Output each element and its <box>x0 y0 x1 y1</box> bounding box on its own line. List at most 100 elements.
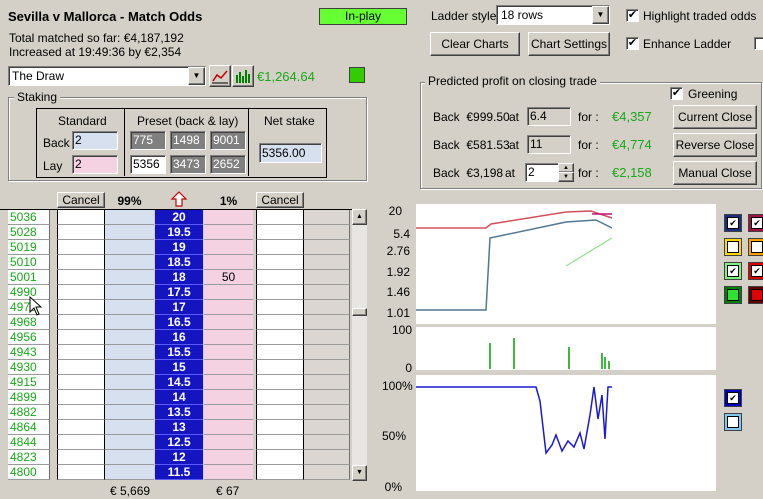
cancel-lay-cell[interactable] <box>256 330 304 345</box>
back-cell[interactable] <box>105 465 154 480</box>
chart-settings-button[interactable]: Chart Settings <box>528 32 610 56</box>
back-cell[interactable] <box>105 225 154 240</box>
back-cell[interactable] <box>105 435 154 450</box>
selection-dropdown[interactable]: The Draw ▼ <box>8 66 206 86</box>
swatch-navy[interactable]: ✔ <box>724 214 742 232</box>
cancel-lay-cell[interactable] <box>256 300 304 315</box>
preset-back-3[interactable]: 9001 <box>210 131 246 150</box>
swatch-lightgreen[interactable]: ✔ <box>724 262 742 280</box>
back-cell[interactable] <box>105 240 154 255</box>
cancel-lay-cell[interactable] <box>256 390 304 405</box>
scroll-down-icon[interactable]: ▼ <box>352 465 367 481</box>
cancel-back-cell[interactable] <box>57 435 105 450</box>
chevron-down-icon[interactable]: ▼ <box>592 6 609 24</box>
back-cell[interactable] <box>105 405 154 420</box>
cancel-lay-cell[interactable] <box>256 210 304 225</box>
lay-cell[interactable] <box>204 345 253 360</box>
lay-cell[interactable] <box>204 330 253 345</box>
lay-cell[interactable] <box>204 255 253 270</box>
cancel-lay-cell[interactable] <box>256 435 304 450</box>
chevron-down-icon[interactable]: ▼ <box>188 67 205 85</box>
profit-row-2-odds[interactable]: 11 <box>527 135 571 154</box>
profit-row-3-odds[interactable]: 2 <box>525 163 559 182</box>
cancel-back-cell[interactable] <box>57 405 105 420</box>
back-cell[interactable] <box>105 315 154 330</box>
back-cell[interactable] <box>105 300 154 315</box>
cancel-back-cell[interactable] <box>57 300 105 315</box>
cancel-lay-cell[interactable] <box>256 465 304 480</box>
back-cell[interactable] <box>105 210 154 225</box>
cancel-back-cell[interactable] <box>57 390 105 405</box>
back-cell[interactable] <box>105 255 154 270</box>
cancel-back-cell[interactable] <box>57 465 105 480</box>
cancel-back-cell[interactable] <box>57 210 105 225</box>
cancel-lay-cell[interactable] <box>256 270 304 285</box>
swatch-darkred[interactable] <box>748 286 763 304</box>
lay-cell[interactable] <box>204 360 253 375</box>
cancel-back-cell[interactable] <box>57 315 105 330</box>
back-stake-input[interactable]: 2 <box>72 131 118 150</box>
lay-cell[interactable] <box>204 285 253 300</box>
lay-cell[interactable] <box>204 300 253 315</box>
cancel-lay-cell[interactable] <box>256 240 304 255</box>
cancel-back-cell[interactable] <box>57 345 105 360</box>
cancel-back-cell[interactable] <box>57 225 105 240</box>
lay-cell[interactable] <box>204 435 253 450</box>
swatch-lightblue[interactable] <box>724 413 742 431</box>
back-cell[interactable] <box>105 345 154 360</box>
current-close-button[interactable]: Current Close <box>673 105 757 129</box>
scroll-thumb[interactable] <box>352 308 367 316</box>
lay-stake-input[interactable]: 2 <box>72 155 118 174</box>
cancel-back-cell[interactable] <box>57 375 105 390</box>
cancel-back-cell[interactable] <box>57 360 105 375</box>
preset-back-1[interactable]: 775 <box>130 131 166 150</box>
greening-checkbox[interactable]: ✔ <box>670 87 683 100</box>
lay-cell[interactable] <box>204 240 253 255</box>
back-cell[interactable] <box>105 285 154 300</box>
swatch-orange[interactable] <box>748 238 763 256</box>
lay-cell[interactable] <box>204 450 253 465</box>
cancel-back-cell[interactable] <box>57 450 105 465</box>
cancel-lay-cell[interactable] <box>256 420 304 435</box>
enhance-ladder-checkbox[interactable]: ✔ <box>626 37 639 50</box>
cancel-back-cell[interactable] <box>57 285 105 300</box>
preset-lay-2[interactable]: 3473 <box>170 155 206 174</box>
bar-chart-icon[interactable] <box>232 65 254 87</box>
preset-back-2[interactable]: 1498 <box>170 131 206 150</box>
scroll-up-icon[interactable]: ▲ <box>352 209 367 225</box>
lay-cell[interactable] <box>204 420 253 435</box>
lay-cell[interactable] <box>204 210 253 225</box>
cancel-lay-cell[interactable] <box>256 405 304 420</box>
cancel-lay-cell[interactable] <box>256 285 304 300</box>
cancel-lay-cell[interactable] <box>256 255 304 270</box>
back-cell[interactable] <box>105 375 154 390</box>
cancel-back-cell[interactable] <box>57 270 105 285</box>
back-cell[interactable] <box>105 330 154 345</box>
lay-cell[interactable] <box>204 390 253 405</box>
clear-charts-button[interactable]: Clear Charts <box>430 32 520 56</box>
cancel-back-button[interactable]: Cancel <box>57 192 105 208</box>
profit-row-1-odds[interactable]: 6.4 <box>527 107 571 126</box>
preset-lay-1[interactable]: 5356 <box>130 155 166 174</box>
swatch-maroon[interactable]: ✔ <box>748 214 763 232</box>
back-cell[interactable] <box>105 360 154 375</box>
back-cell[interactable] <box>105 450 154 465</box>
cancel-lay-cell[interactable] <box>256 360 304 375</box>
spinner-down-icon[interactable]: ▼ <box>558 172 574 182</box>
cancel-back-cell[interactable] <box>57 255 105 270</box>
ladder-style-select[interactable]: 18 rows ▼ <box>496 5 610 25</box>
line-chart-icon[interactable] <box>209 65 231 87</box>
back-cell[interactable] <box>105 270 154 285</box>
highlight-traded-checkbox[interactable]: ✔ <box>626 9 639 22</box>
cancel-back-cell[interactable] <box>57 330 105 345</box>
net-stake-input[interactable]: 5356.00 <box>259 143 322 163</box>
lay-cell[interactable] <box>204 225 253 240</box>
cancel-lay-cell[interactable] <box>256 345 304 360</box>
lay-cell[interactable] <box>204 315 253 330</box>
cancel-back-cell[interactable] <box>57 420 105 435</box>
cancel-lay-cell[interactable] <box>256 225 304 240</box>
cancel-lay-button[interactable]: Cancel <box>256 192 304 208</box>
lay-cell[interactable]: 50 <box>204 270 253 285</box>
preset-lay-3[interactable]: 2652 <box>210 155 246 174</box>
swatch-blue[interactable]: ✔ <box>724 389 742 407</box>
